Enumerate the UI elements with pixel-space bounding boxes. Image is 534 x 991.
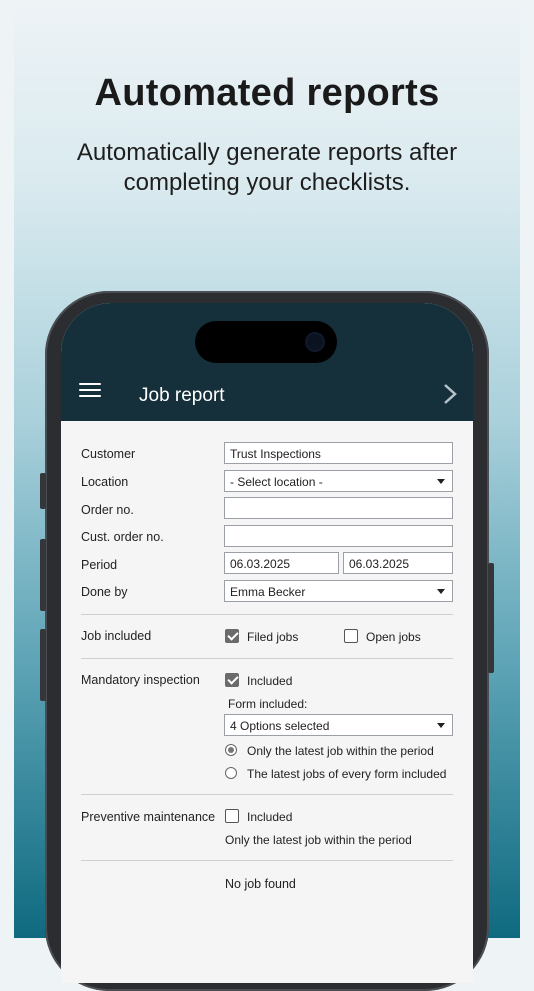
phone-volume-down-button — [40, 629, 46, 701]
cust-order-no-input[interactable] — [224, 525, 453, 547]
preventive-note: Only the latest job within the period — [225, 833, 412, 847]
preventive-maintenance-label: Preventive maintenance — [81, 810, 216, 824]
done-by-select[interactable]: Emma Becker — [224, 580, 453, 602]
app-header: Job report — [61, 303, 473, 421]
location-select[interactable]: - Select location - — [224, 470, 453, 492]
mandatory-inspection-label: Mandatory inspection — [81, 673, 200, 687]
dropdown-arrow-icon — [437, 589, 445, 594]
location-select-value: - Select location - — [230, 475, 323, 489]
period-label: Period — [81, 558, 118, 572]
cust-order-no-label: Cust. order no. — [81, 530, 164, 544]
result-message: No job found — [225, 877, 296, 891]
form-included-label: Form included: — [228, 697, 308, 711]
open-jobs-label: Open jobs — [366, 630, 421, 644]
promo-subline: Automatically generate reports after com… — [76, 139, 458, 196]
period-from-input[interactable]: 06.03.2025 — [224, 552, 339, 574]
phone-screen: Job report Customer Trust Inspections Lo… — [61, 303, 473, 983]
customer-label: Customer — [81, 447, 136, 461]
every-form-radio-label: The latest jobs of every form included — [247, 767, 447, 781]
mandatory-included-label: Included — [247, 674, 293, 688]
every-form-radio[interactable] — [225, 767, 237, 779]
job-report-form: Customer Trust Inspections Location - Se… — [61, 421, 473, 983]
divider — [81, 614, 453, 615]
form-included-select[interactable]: 4 Options selected — [224, 714, 453, 736]
job-included-label: Job included — [81, 629, 152, 643]
phone-frame: Job report Customer Trust Inspections Lo… — [40, 291, 494, 991]
page-title: Job report — [139, 385, 225, 406]
customer-input[interactable]: Trust Inspections — [224, 442, 453, 464]
dynamic-island — [195, 321, 337, 363]
divider — [81, 860, 453, 861]
chevron-right-icon[interactable] — [439, 381, 461, 407]
phone-volume-up-button — [40, 539, 46, 611]
divider — [81, 658, 453, 659]
dropdown-arrow-icon — [437, 479, 445, 484]
done-by-label: Done by — [81, 585, 128, 599]
preventive-included-label: Included — [247, 810, 293, 824]
mandatory-included-checkbox[interactable] — [225, 673, 239, 687]
order-no-label: Order no. — [81, 503, 134, 517]
done-by-select-value: Emma Becker — [230, 585, 306, 599]
camera-icon — [307, 334, 323, 350]
form-included-select-value: 4 Options selected — [230, 719, 330, 733]
filed-jobs-checkbox[interactable] — [225, 629, 239, 643]
phone-action-button — [40, 473, 46, 509]
divider — [81, 794, 453, 795]
dropdown-arrow-icon — [437, 723, 445, 728]
period-to-input[interactable]: 06.03.2025 — [343, 552, 453, 574]
location-label: Location — [81, 475, 129, 489]
promo-headline: Automated reports — [94, 72, 440, 114]
order-no-input[interactable] — [224, 497, 453, 519]
phone-power-button — [488, 563, 494, 673]
latest-job-radio-label: Only the latest job within the period — [247, 744, 434, 758]
filed-jobs-label: Filed jobs — [247, 630, 299, 644]
preventive-included-checkbox[interactable] — [225, 809, 239, 823]
hamburger-menu-icon[interactable] — [79, 383, 101, 399]
open-jobs-checkbox[interactable] — [344, 629, 358, 643]
latest-job-radio[interactable] — [225, 744, 237, 756]
